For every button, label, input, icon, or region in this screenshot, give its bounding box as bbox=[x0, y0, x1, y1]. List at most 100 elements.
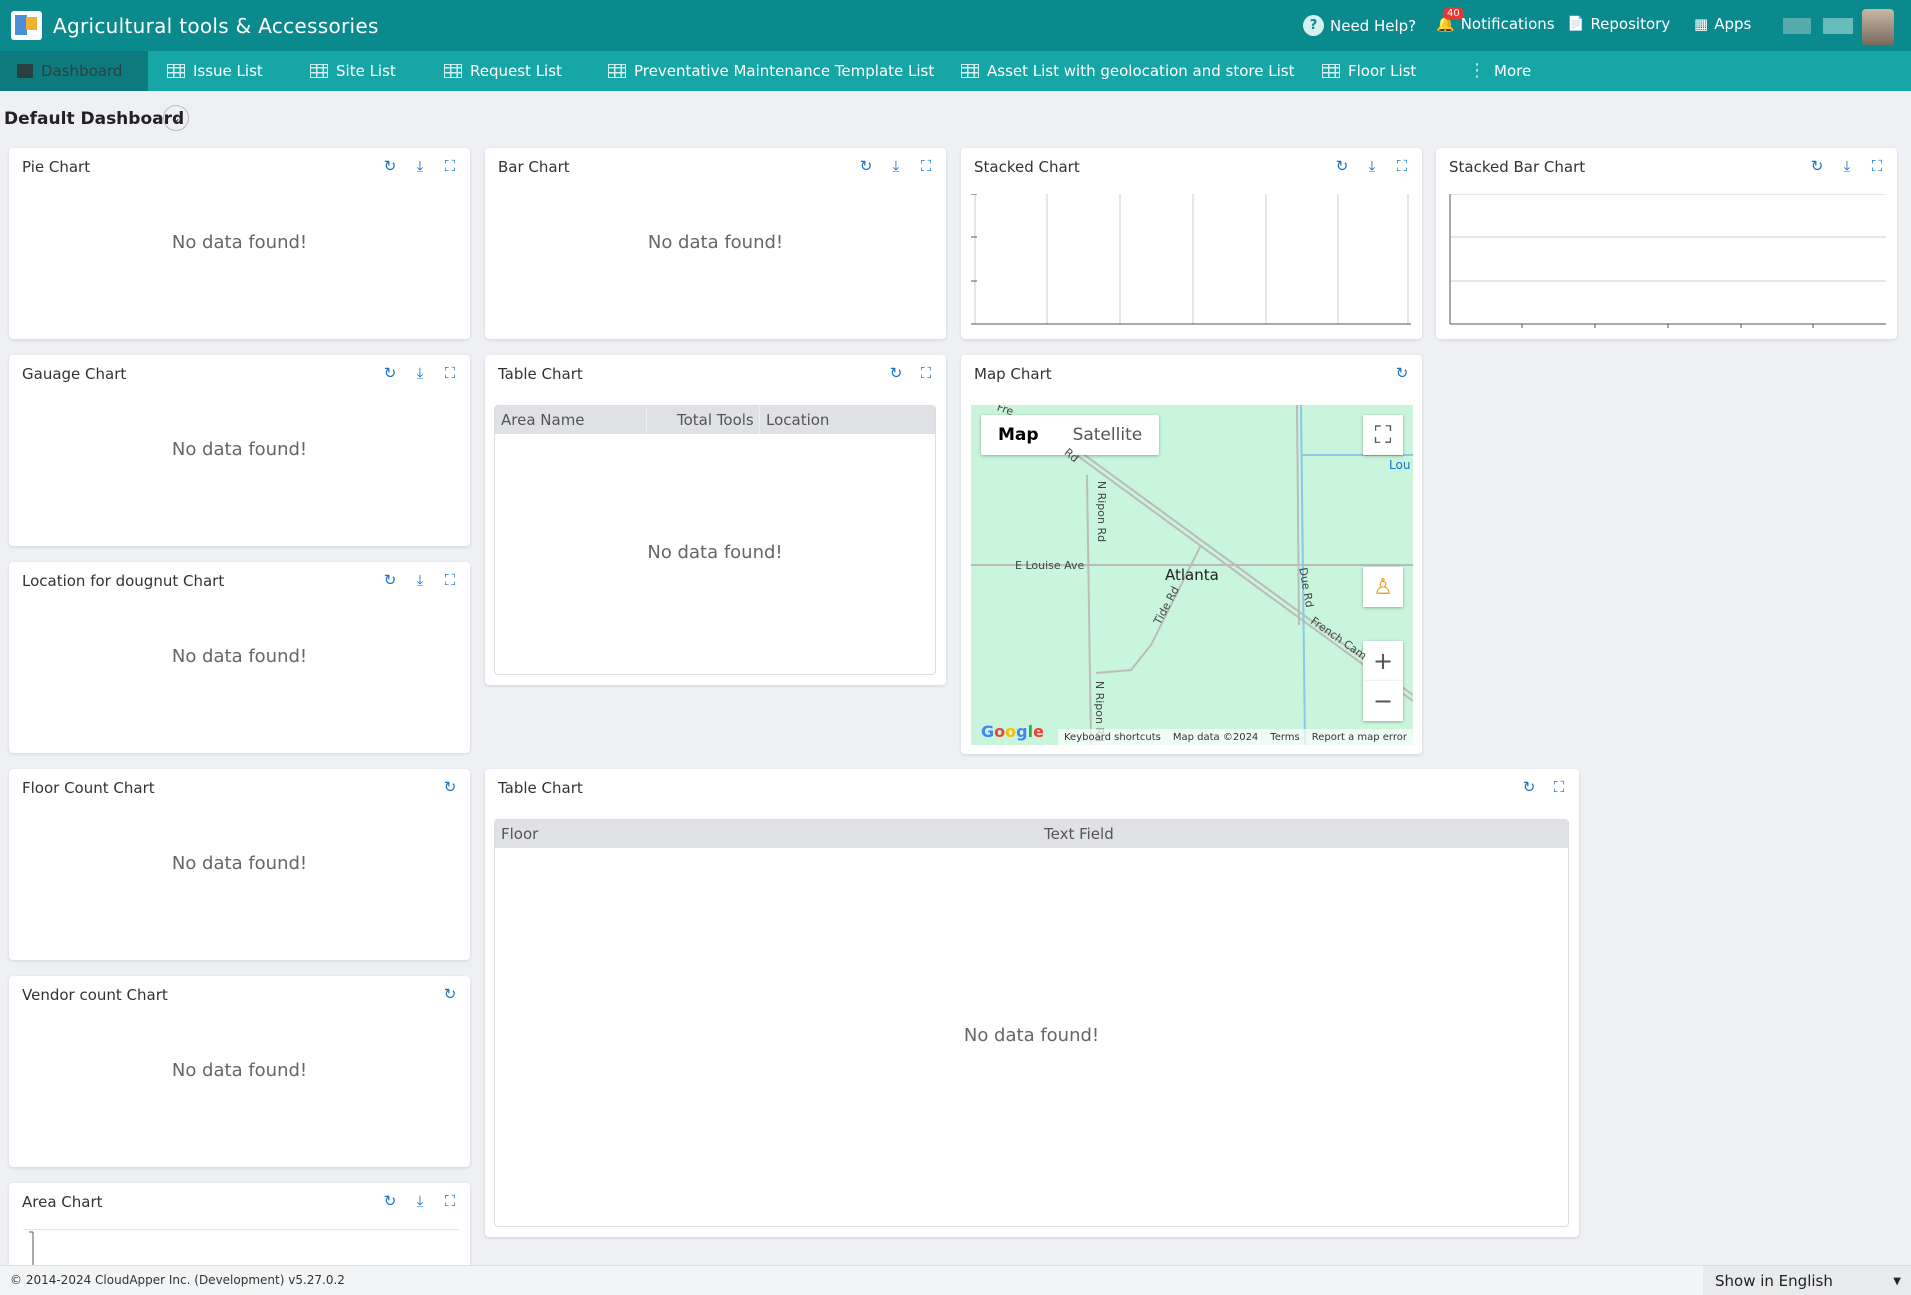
user-avatar[interactable] bbox=[1862, 9, 1894, 45]
card-title: Bar Chart bbox=[498, 158, 570, 176]
expand-icon[interactable]: ⛶ bbox=[916, 363, 936, 383]
expand-icon[interactable]: ⛶ bbox=[440, 1191, 460, 1211]
floor-table: Floor Text Field No data found! bbox=[494, 819, 1569, 1227]
map-view[interactable]: Map Satellite ⛶ ♙ + − E Louise Ave N Rip… bbox=[971, 405, 1413, 745]
refresh-icon[interactable]: ↻ bbox=[886, 363, 906, 383]
copyright-text: © 2014-2024 CloudApper Inc. (Development… bbox=[10, 1273, 345, 1287]
refresh-icon[interactable]: ↻ bbox=[440, 984, 460, 1004]
tab-floor-list[interactable]: Floor List bbox=[1322, 51, 1416, 91]
expand-icon[interactable]: ⛶ bbox=[1867, 156, 1887, 176]
download-icon[interactable]: ⤓ bbox=[1362, 156, 1382, 176]
tab-issue-list[interactable]: Issue List bbox=[167, 51, 263, 91]
dashboard-select-button[interactable]: ⌄ bbox=[163, 105, 189, 131]
report-map-error-link[interactable]: Report a map error bbox=[1312, 732, 1407, 745]
download-icon[interactable]: ⤓ bbox=[410, 363, 430, 383]
notifications-count-badge: 40 bbox=[1443, 7, 1464, 20]
fullscreen-icon[interactable]: ⛶ bbox=[1363, 415, 1403, 455]
caret-down-icon: ▼ bbox=[1893, 1275, 1901, 1287]
download-icon[interactable]: ⤓ bbox=[410, 570, 430, 590]
map-data-attribution: Map data ©2024 bbox=[1172, 732, 1259, 743]
tab-label: Site List bbox=[336, 62, 396, 80]
refresh-icon[interactable]: ↻ bbox=[380, 156, 400, 176]
keyboard-shortcuts-link[interactable]: Keyboard shortcuts bbox=[1064, 732, 1161, 745]
download-icon[interactable]: ⤓ bbox=[886, 156, 906, 176]
help-icon: ? bbox=[1303, 15, 1324, 36]
refresh-icon[interactable]: ↻ bbox=[1392, 363, 1412, 383]
column-header[interactable]: Total Tools bbox=[647, 406, 760, 434]
no-data-message: No data found! bbox=[171, 853, 308, 874]
repository-button[interactable]: 📄 Repository bbox=[1567, 15, 1670, 33]
column-header[interactable]: Location bbox=[760, 406, 935, 434]
refresh-icon[interactable]: ↻ bbox=[856, 156, 876, 176]
card-title: Pie Chart bbox=[22, 158, 91, 176]
table-icon bbox=[310, 64, 328, 78]
expand-icon[interactable]: ⛶ bbox=[440, 570, 460, 590]
tab-label: Issue List bbox=[193, 62, 263, 80]
card-title: Location for dougnut Chart bbox=[22, 572, 225, 590]
card-title: Area Chart bbox=[22, 1193, 103, 1211]
need-help-label: Need Help? bbox=[1330, 16, 1417, 35]
tab-label: Floor List bbox=[1348, 62, 1417, 80]
user-name-blurred bbox=[1783, 18, 1811, 34]
refresh-icon[interactable]: ↻ bbox=[1332, 156, 1352, 176]
app-header: Agricultural tools & Accessories ? Need … bbox=[0, 0, 1911, 51]
apps-grid-icon: ▦ bbox=[1694, 15, 1709, 33]
user-name-blurred-2 bbox=[1823, 18, 1853, 34]
no-data-message: No data found! bbox=[171, 1060, 308, 1081]
refresh-icon[interactable]: ↻ bbox=[1519, 777, 1539, 797]
tab-dashboard[interactable]: Dashboard bbox=[0, 51, 148, 91]
expand-icon[interactable]: ⛶ bbox=[440, 363, 460, 383]
area-table: Area Name Total Tools Location No data f… bbox=[494, 405, 936, 675]
app-title: Agricultural tools & Accessories bbox=[53, 14, 379, 38]
tab-asset-list[interactable]: Asset List with geolocation and store Li… bbox=[961, 51, 1294, 91]
tab-site-list[interactable]: Site List bbox=[310, 51, 396, 91]
refresh-icon[interactable]: ↻ bbox=[380, 570, 400, 590]
card-title: Vendor count Chart bbox=[22, 986, 168, 1004]
language-select[interactable]: Show in English ▼ bbox=[1703, 1266, 1911, 1295]
terms-link[interactable]: Terms bbox=[1270, 732, 1299, 745]
table-icon bbox=[1322, 64, 1340, 78]
module-tabs: Dashboard Issue List Site List Request L… bbox=[0, 51, 1911, 91]
column-header[interactable]: Text Field bbox=[1038, 820, 1568, 848]
refresh-icon[interactable]: ↻ bbox=[1807, 156, 1827, 176]
download-icon[interactable]: ⤓ bbox=[410, 1191, 430, 1211]
column-header[interactable]: Area Name bbox=[495, 406, 647, 434]
dashboard-title: Default Dashboard bbox=[4, 109, 185, 129]
expand-icon[interactable]: ⛶ bbox=[1549, 777, 1569, 797]
download-icon[interactable]: ⤓ bbox=[1837, 156, 1857, 176]
table-header: Area Name Total Tools Location bbox=[495, 406, 935, 434]
app-logo[interactable] bbox=[11, 11, 42, 40]
card-title: Stacked Bar Chart bbox=[1449, 158, 1586, 176]
repository-label: Repository bbox=[1590, 15, 1671, 33]
map-type-map-button[interactable]: Map bbox=[981, 415, 1056, 455]
map-city-label: Atlanta bbox=[1165, 566, 1219, 584]
tab-label: Preventative Maintenance Template List bbox=[634, 62, 935, 80]
need-help-button[interactable]: ? Need Help? bbox=[1303, 15, 1416, 36]
document-icon: 📄 bbox=[1567, 16, 1585, 32]
table-icon bbox=[608, 64, 626, 78]
dashboard-icon bbox=[17, 64, 33, 78]
refresh-icon[interactable]: ↻ bbox=[380, 363, 400, 383]
no-data-message: No data found! bbox=[963, 1025, 1100, 1046]
area-chart-empty-axes bbox=[23, 1229, 459, 1265]
zoom-in-button[interactable]: + bbox=[1363, 641, 1403, 681]
floor-table-chart-card: Table Chart ↻ ⛶ Floor Text Field No data… bbox=[485, 769, 1579, 1237]
column-header[interactable]: Floor bbox=[495, 820, 1038, 848]
street-view-pegman-icon[interactable]: ♙ bbox=[1363, 567, 1403, 607]
expand-icon[interactable]: ⛶ bbox=[916, 156, 936, 176]
apps-button[interactable]: ▦ Apps bbox=[1694, 15, 1751, 33]
expand-icon[interactable]: ⛶ bbox=[1392, 156, 1412, 176]
tab-more[interactable]: ⋮ More bbox=[1468, 51, 1531, 91]
card-title: Table Chart bbox=[498, 365, 583, 383]
refresh-icon[interactable]: ↻ bbox=[380, 1191, 400, 1211]
download-icon[interactable]: ⤓ bbox=[410, 156, 430, 176]
tab-pm-template-list[interactable]: Preventative Maintenance Template List bbox=[608, 51, 934, 91]
stacked-bar-chart-card: Stacked Bar Chart ↻ ⤓ ⛶ bbox=[1436, 148, 1897, 339]
area-chart-card: Area Chart ↻ ⤓ ⛶ bbox=[9, 1183, 470, 1265]
refresh-icon[interactable]: ↻ bbox=[440, 777, 460, 797]
vendor-count-chart-card: Vendor count Chart ↻ No data found! bbox=[9, 976, 470, 1167]
expand-icon[interactable]: ⛶ bbox=[440, 156, 460, 176]
tab-request-list[interactable]: Request List bbox=[444, 51, 562, 91]
floor-count-chart-card: Floor Count Chart ↻ No data found! bbox=[9, 769, 470, 960]
zoom-out-button[interactable]: − bbox=[1363, 681, 1403, 721]
